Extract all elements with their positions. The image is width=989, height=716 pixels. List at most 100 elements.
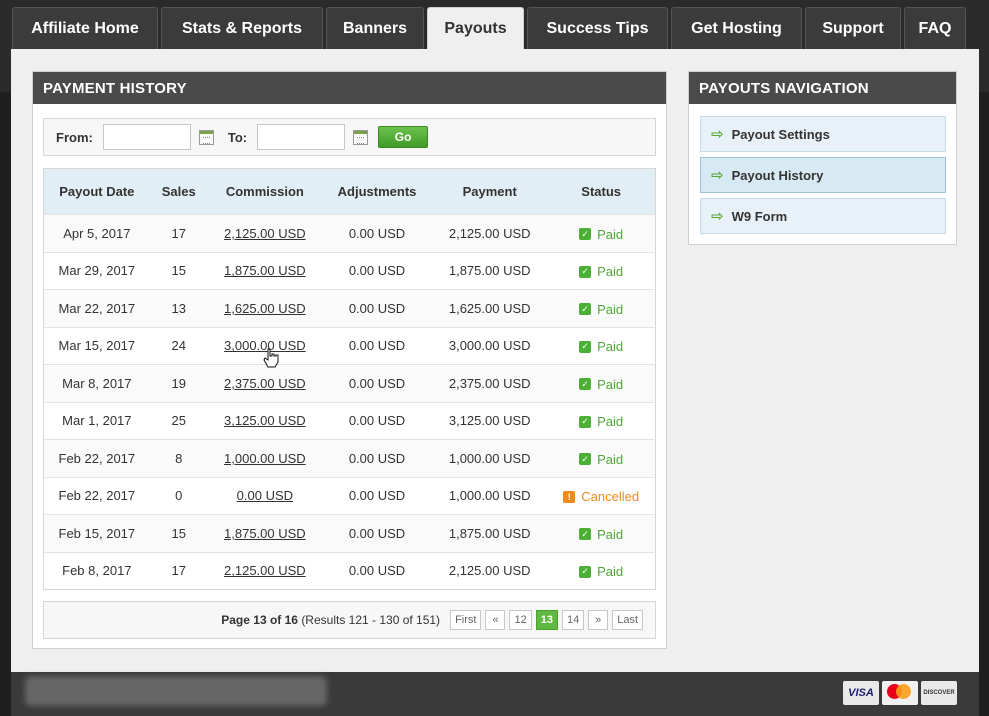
table-row: Feb 22, 2017 0 0.00 USD 0.00 USD 1,000.00 US… (43, 476, 656, 515)
mastercard-icon (882, 681, 918, 705)
calendar-icon[interactable] (353, 129, 369, 145)
commission-cell: 0.00 USD (207, 476, 322, 515)
commission-cell: 3,125.00 USD (207, 401, 322, 440)
to-date-input[interactable] (257, 124, 346, 150)
arrow-right-icon: ⇨ (711, 167, 724, 184)
payment-cell: 1,875.00 USD (432, 251, 548, 290)
status-cell: ✓ Paid (547, 439, 656, 477)
nav-item-payout-history[interactable]: ⇨ Payout History (700, 157, 946, 193)
check-icon: ✓ (579, 528, 592, 541)
status-cell: ✓ Paid (547, 326, 656, 365)
status-cell: ✓ Paid (547, 214, 656, 252)
commission-link[interactable]: 3,125.00 USD (224, 413, 306, 428)
tab-support[interactable]: Support (805, 7, 901, 49)
status-label: Paid (597, 226, 624, 242)
commission-link[interactable]: 1,875.00 USD (224, 526, 306, 541)
commission-link[interactable]: 2,375.00 USD (224, 376, 306, 391)
status-cell: ✓ Paid (547, 551, 656, 590)
from-label: From: (56, 129, 93, 145)
payout-date-cell: Mar 8, 2017 (43, 364, 150, 402)
commission-cell: 2,125.00 USD (207, 551, 322, 590)
last-page-button[interactable]: Last (612, 610, 643, 630)
visa-card-icon: VISA (843, 681, 879, 705)
payment-cell: 3,125.00 USD (432, 401, 548, 440)
payment-history-table: Payout Date Sales Commission Adjustments… (43, 168, 656, 590)
pagination: Page 13 of 16 (Results 121 - 130 of 151)… (43, 601, 656, 639)
table-row: Mar 29, 2017 15 1,875.00 USD 0.00 USD 1,875.… (43, 251, 656, 290)
payout-date-cell: Mar 22, 2017 (43, 289, 150, 327)
commission-link[interactable]: 1,000.00 USD (224, 451, 306, 466)
table-row: Mar 8, 2017 19 2,375.00 USD 0.00 USD 2,375.0… (43, 364, 656, 402)
column-header: Sales (149, 168, 208, 215)
check-icon: ✓ (579, 303, 592, 316)
commission-link[interactable]: 0.00 USD (237, 488, 293, 503)
discover-card-icon: DISCOVER (921, 681, 957, 705)
date-filter: From: To: Go (43, 118, 656, 156)
payouts-navigation-title: PAYOUTS NAVIGATION (689, 72, 956, 104)
payment-history-title: PAYMENT HISTORY (33, 72, 666, 104)
tab-affiliate-home[interactable]: Affiliate Home (12, 7, 158, 49)
adjustments-cell: 0.00 USD (321, 401, 433, 440)
status-badge: ✓ Paid (579, 339, 623, 354)
status-label: Paid (597, 264, 624, 280)
status-cell: ✓ Paid (547, 364, 656, 402)
prev-page-button[interactable]: « (485, 610, 506, 630)
payment-cell: 2,375.00 USD (432, 364, 548, 402)
payout-date-cell: Apr 5, 2017 (43, 214, 150, 252)
next-page-button[interactable]: » (588, 610, 609, 630)
adjustments-cell: 0.00 USD (321, 326, 433, 365)
adjustments-cell: 0.00 USD (321, 476, 433, 515)
tab-stats-reports[interactable]: Stats & Reports (161, 7, 323, 49)
first-page-button[interactable]: First (450, 610, 482, 630)
check-icon: ✓ (579, 340, 592, 353)
payout-date-cell: Feb 15, 2017 (43, 514, 150, 552)
from-date-input[interactable] (102, 124, 191, 150)
commission-link[interactable]: 1,625.00 USD (224, 301, 306, 316)
tab-payouts[interactable]: Payouts (427, 7, 524, 49)
sales-cell: 17 (149, 551, 208, 590)
sales-cell: 15 (149, 251, 208, 290)
status-cell: ✓ Paid (547, 251, 656, 290)
commission-link[interactable]: 2,125.00 USD (224, 563, 306, 578)
adjustments-cell: 0.00 USD (321, 214, 433, 252)
go-button[interactable]: Go (378, 126, 429, 148)
status-cell: ! Cancelled (547, 476, 656, 515)
payout-date-cell: Feb 8, 2017 (43, 551, 150, 590)
payment-cell: 2,125.00 USD (432, 551, 548, 590)
nav-item-w9-form[interactable]: ⇨ W9 Form (700, 198, 946, 234)
sales-cell: 24 (149, 326, 208, 365)
status-badge: ✓ Paid (579, 302, 623, 317)
payout-date-cell: Feb 22, 2017 (43, 439, 150, 477)
commission-link[interactable]: 2,125.00 USD (224, 226, 306, 241)
payment-cell: 1,000.00 USD (432, 439, 548, 477)
sales-cell: 19 (149, 364, 208, 402)
nav-item-payout-settings[interactable]: ⇨ Payout Settings (700, 116, 946, 152)
status-cell: ✓ Paid (547, 401, 656, 440)
check-icon: ✓ (579, 453, 592, 466)
status-badge: ! Cancelled (563, 489, 639, 504)
status-cell: ✓ Paid (547, 289, 656, 327)
calendar-icon[interactable] (198, 129, 214, 145)
check-icon: ✓ (579, 415, 592, 428)
status-badge: ✓ Paid (579, 264, 623, 279)
tab-success-tips[interactable]: Success Tips (527, 7, 668, 49)
table-row: Mar 15, 2017 24 3,000.00 USD 0.00 USD 3,000.… (43, 326, 656, 365)
sales-cell: 17 (149, 214, 208, 252)
nav-item-label: W9 Form (731, 208, 788, 224)
adjustments-cell: 0.00 USD (321, 514, 433, 552)
current-page-button[interactable]: 13 (535, 610, 558, 630)
nav-item-label: Payout History (731, 167, 824, 183)
arrow-right-icon: ⇨ (711, 208, 724, 225)
page-button[interactable]: 12 (509, 610, 532, 630)
sales-cell: 13 (149, 289, 208, 327)
sales-cell: 25 (149, 401, 208, 440)
status-badge: ✓ Paid (579, 227, 623, 242)
hand-cursor-icon (263, 348, 279, 368)
page-button[interactable]: 14 (561, 610, 585, 630)
payment-cell: 3,000.00 USD (432, 326, 548, 365)
tab-get-hosting[interactable]: Get Hosting (671, 7, 802, 49)
tab-banners[interactable]: Banners (326, 7, 424, 49)
commission-link[interactable]: 1,875.00 USD (224, 263, 306, 278)
tab-faq[interactable]: FAQ (904, 7, 966, 49)
footer: VISA DISCOVER (11, 672, 979, 716)
